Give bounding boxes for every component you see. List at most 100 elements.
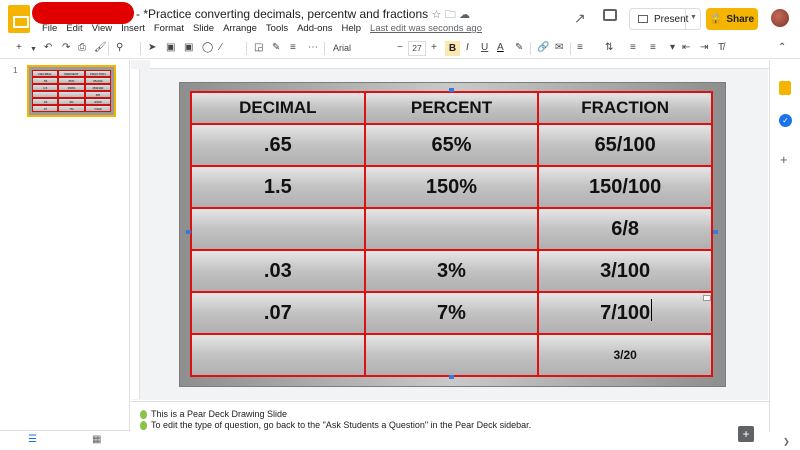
new-slide-chevron-icon[interactable]: ▼: [30, 44, 37, 56]
table-cell[interactable]: 7%: [363, 291, 540, 335]
table-cell[interactable]: [190, 207, 366, 251]
bulleted-list-chevron-icon[interactable]: ▾: [670, 42, 675, 54]
menu-help[interactable]: Help: [341, 23, 361, 34]
increase-size-icon[interactable]: +: [431, 42, 437, 54]
table-edge-handle[interactable]: [449, 375, 454, 379]
shape-icon[interactable]: ◯: [202, 42, 213, 54]
table-cell[interactable]: 3/20: [537, 333, 713, 377]
table-cell[interactable]: [363, 333, 540, 377]
menu-insert[interactable]: Insert: [121, 23, 145, 34]
thumb-cell: [32, 91, 59, 98]
border-dash-icon[interactable]: ⋯: [308, 42, 318, 54]
bulleted-list-icon[interactable]: ≡: [650, 42, 656, 54]
table-cell[interactable]: 65%: [363, 123, 540, 167]
redo-icon[interactable]: ↷: [62, 42, 70, 54]
thumb-cell: PERCENT: [58, 70, 85, 77]
paint-format-icon[interactable]: 🖌: [94, 42, 107, 54]
comment-icon[interactable]: ✉: [555, 42, 563, 54]
undo-icon[interactable]: ↶: [44, 42, 52, 54]
font-family-select[interactable]: Arial: [330, 41, 392, 56]
menu-tools[interactable]: Tools: [266, 23, 288, 34]
menu-edit[interactable]: Edit: [66, 23, 82, 34]
zoom-icon[interactable]: ⚲: [116, 42, 123, 54]
add-addon-icon[interactable]: +: [780, 152, 788, 167]
table-edge-handle[interactable]: [186, 230, 191, 234]
border-weight-icon[interactable]: ≡: [290, 42, 296, 54]
align-icon[interactable]: ≡: [577, 42, 583, 54]
slides-logo-icon[interactable]: [8, 5, 30, 33]
new-slide-icon[interactable]: +: [16, 42, 22, 54]
comment-history-icon[interactable]: [603, 9, 617, 21]
cell-menu-handle[interactable]: [703, 295, 711, 301]
bold-button[interactable]: B: [445, 41, 460, 56]
image-icon[interactable]: ▣: [184, 42, 193, 54]
slide-thumbnail[interactable]: DECIMAL PERCENT FRACTION .65 65% 65/100 …: [27, 65, 116, 117]
table-cell[interactable]: 3%: [363, 249, 540, 293]
last-edit-link[interactable]: Last edit was seconds ago: [370, 23, 482, 34]
tasks-icon[interactable]: ✓: [779, 114, 792, 127]
decrease-size-icon[interactable]: −: [397, 42, 403, 54]
table-cell[interactable]: 3/100: [537, 249, 713, 293]
thumb-cell: 3%: [58, 98, 85, 105]
table-cell[interactable]: 6/8: [537, 207, 713, 251]
menu-arrange[interactable]: Arrange: [223, 23, 257, 34]
table-cell[interactable]: .03: [190, 249, 366, 293]
divider: [570, 42, 571, 55]
header-decimal[interactable]: DECIMAL: [190, 91, 366, 125]
share-button[interactable]: 🔒 Share: [706, 8, 758, 30]
chevron-down-icon[interactable]: ▼: [690, 14, 697, 21]
horizontal-ruler[interactable]: [150, 60, 770, 69]
cloud-status-icon[interactable]: ☁: [459, 9, 470, 21]
table-cell[interactable]: 150%: [363, 165, 540, 209]
header-percent[interactable]: PERCENT: [363, 91, 540, 125]
numbered-list-icon[interactable]: ≡: [630, 42, 636, 54]
table-cell[interactable]: 1.5: [190, 165, 366, 209]
table-cell[interactable]: 150/100: [537, 165, 713, 209]
menu-format[interactable]: Format: [154, 23, 184, 34]
link-icon[interactable]: 🔗: [537, 42, 549, 54]
text-box-icon[interactable]: ▣: [166, 42, 175, 54]
table-cell[interactable]: [190, 333, 366, 377]
grid-view-icon[interactable]: ▦: [92, 434, 101, 445]
menu-view[interactable]: View: [92, 23, 112, 34]
line-icon[interactable]: ∕: [220, 42, 222, 54]
table-cell[interactable]: 65/100: [537, 123, 713, 167]
menu-slide[interactable]: Slide: [193, 23, 214, 34]
avatar[interactable]: [771, 9, 789, 27]
present-button[interactable]: Present ▼: [629, 8, 701, 30]
print-icon[interactable]: ⎙: [78, 42, 86, 54]
table-edge-handle[interactable]: [449, 88, 454, 92]
line-spacing-icon[interactable]: ⇅: [605, 42, 613, 54]
vertical-ruler[interactable]: [131, 69, 140, 399]
highlight-icon[interactable]: ✎: [515, 42, 523, 54]
table-cell[interactable]: .07: [190, 291, 366, 335]
fill-color-icon[interactable]: ◲: [254, 42, 263, 54]
filmstrip-view-icon[interactable]: ☰: [28, 434, 37, 445]
italic-button[interactable]: I: [466, 42, 469, 54]
explore-button[interactable]: +: [738, 426, 754, 442]
star-icon[interactable]: ☆: [432, 9, 442, 21]
table-cell[interactable]: [363, 207, 540, 251]
font-size-input[interactable]: 27: [408, 41, 426, 56]
table-cell[interactable]: .65: [190, 123, 366, 167]
increase-indent-icon[interactable]: ⇥: [700, 42, 708, 54]
menu-addons[interactable]: Add-ons: [297, 23, 332, 34]
divider: [108, 42, 109, 55]
expand-panel-icon[interactable]: ❯: [783, 437, 790, 446]
table-edge-handle[interactable]: [713, 230, 718, 234]
header-fraction[interactable]: FRACTION: [537, 91, 713, 125]
underline-button[interactable]: U: [481, 42, 488, 54]
text-color-button[interactable]: A: [497, 42, 504, 54]
conversion-table[interactable]: DECIMAL PERCENT FRACTION .65 65% 65/100 …: [190, 91, 713, 377]
activity-icon[interactable]: ↗: [574, 10, 586, 27]
collapse-icon[interactable]: ⌃: [778, 42, 786, 54]
table-cell-editing[interactable]: 7/100: [537, 291, 713, 335]
move-folder-icon[interactable]: 🗀: [445, 9, 456, 21]
keep-icon[interactable]: [779, 81, 791, 95]
select-icon[interactable]: ➤: [148, 42, 156, 54]
border-color-icon[interactable]: ✎: [272, 42, 280, 54]
clear-formatting-icon[interactable]: T̸: [718, 42, 724, 54]
menu-file[interactable]: File: [42, 23, 57, 34]
document-title[interactable]: *Practice converting decimals, percentw …: [143, 7, 428, 21]
decrease-indent-icon[interactable]: ⇤: [682, 42, 690, 54]
